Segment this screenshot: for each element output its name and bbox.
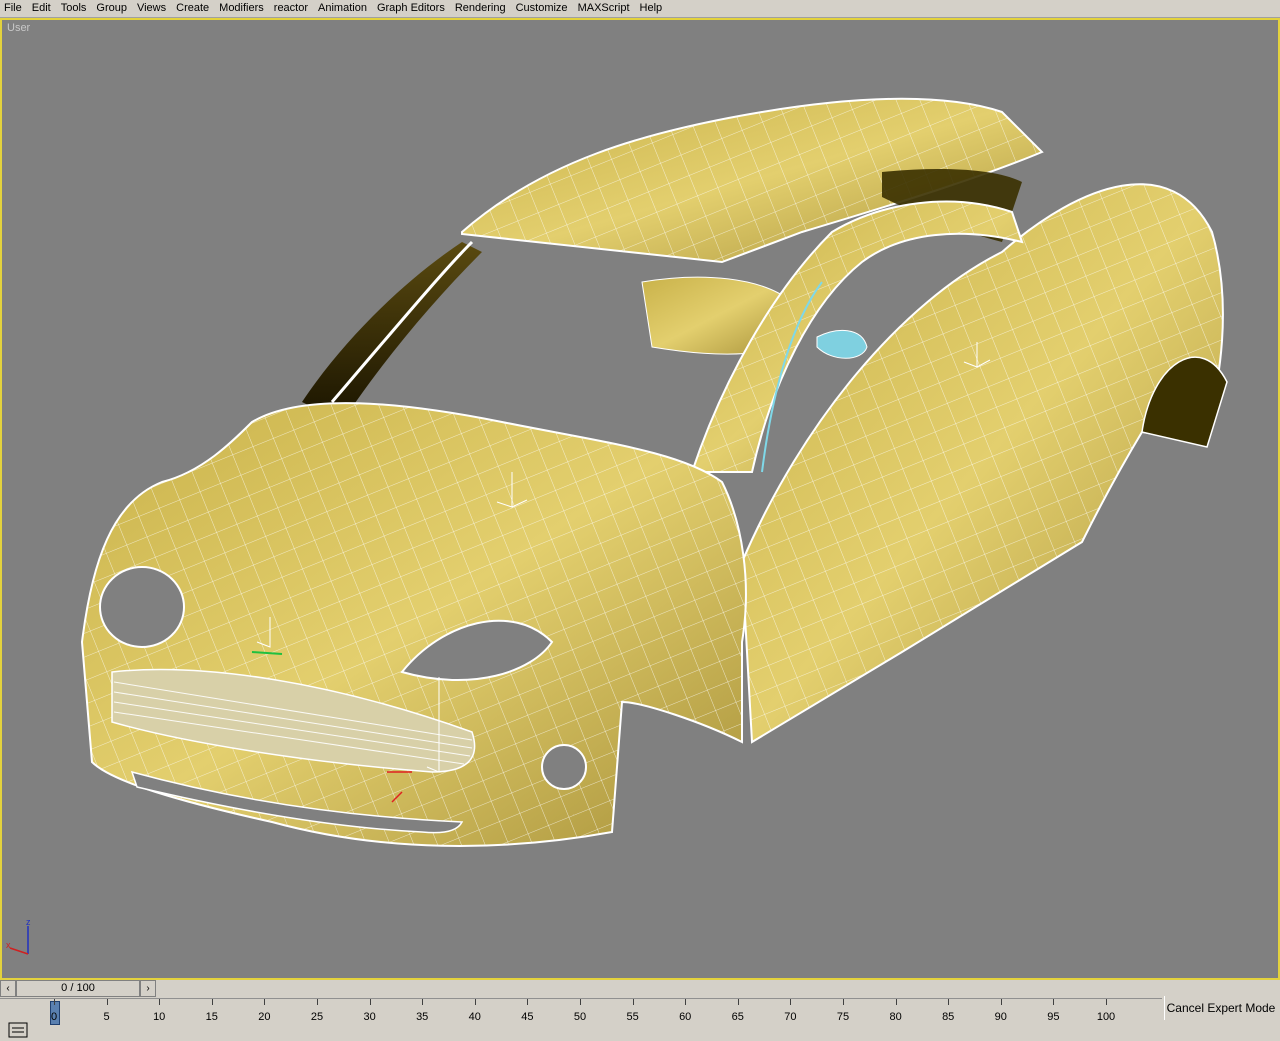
menu-group[interactable]: Group: [92, 0, 133, 17]
tick-mark: [474, 999, 476, 1005]
axis-x-label: x: [6, 940, 11, 950]
menu-file[interactable]: File: [0, 0, 28, 17]
tick-mark: [1106, 999, 1107, 1005]
timebar: ‹ 0 / 100 › 0 5 10 15 20 25 30 35 40 45 50 55 60 65 70…: [0, 980, 1280, 1038]
menu-tools[interactable]: Tools: [57, 0, 93, 17]
tick-mark: [685, 999, 687, 1005]
tick-mark: [1000, 999, 1002, 1005]
menu-modifiers[interactable]: Modifiers: [215, 0, 270, 17]
tick-label: 95: [1047, 1011, 1060, 1023]
tick-label: 80: [889, 1011, 902, 1023]
time-slider-thumb[interactable]: 0 / 100: [16, 980, 140, 997]
track-bar[interactable]: 0 5 10 15 20 25 30 35 40 45 50 55 60 65 70 75 80 85 90 95 10…: [0, 998, 1162, 1038]
tick-mark: [790, 999, 792, 1005]
time-slider[interactable]: ‹ 0 / 100 ›: [0, 980, 156, 997]
tick-mark: [580, 999, 581, 1005]
tick-label: 75: [836, 1011, 850, 1023]
cancel-expert-mode-button[interactable]: Cancel Expert Mode: [1164, 996, 1277, 1020]
tick-mark: [527, 999, 529, 1005]
tick-label: 70: [784, 1011, 797, 1023]
menu-edit[interactable]: Edit: [28, 0, 57, 17]
tick-mark: [843, 999, 844, 1005]
menu-maxscript[interactable]: MAXScript: [574, 0, 636, 17]
perspective-viewport[interactable]: User z x: [0, 18, 1280, 980]
tick-mark: [264, 999, 266, 1005]
tick-label: 65: [731, 1011, 744, 1023]
tick-mark: [106, 999, 108, 1005]
menu-views[interactable]: Views: [133, 0, 172, 17]
tick-mark: [1053, 999, 1055, 1005]
menu-animation[interactable]: Animation: [314, 0, 373, 17]
tick-label: 55: [626, 1011, 639, 1023]
tick-mark: [211, 999, 213, 1005]
menu-create[interactable]: Create: [172, 0, 215, 17]
menu-graph-editors[interactable]: Graph Editors: [373, 0, 451, 17]
tick-label: 45: [521, 1011, 534, 1023]
menu-customize[interactable]: Customize: [512, 0, 574, 17]
tick-label: 20: [258, 1011, 271, 1023]
key-filter-icon[interactable]: [8, 1021, 30, 1041]
tick-label: 30: [363, 1011, 376, 1023]
tick-mark: [317, 999, 318, 1005]
menu-help[interactable]: Help: [636, 0, 669, 17]
tick-label: 60: [679, 1011, 692, 1023]
axis-tripod-icon: z x: [6, 918, 31, 955]
tick-label: 10: [153, 1011, 166, 1023]
tick-label: 40: [468, 1011, 481, 1023]
axis-z-label: z: [26, 918, 31, 927]
chevron-left-icon[interactable]: ‹: [0, 980, 16, 997]
car-body-mesh[interactable]: [2, 20, 1278, 978]
tick-mark: [895, 999, 897, 1005]
tick-label: 100: [1096, 1011, 1116, 1023]
tick-mark: [737, 999, 739, 1005]
tick-mark: [632, 999, 634, 1005]
menu-bar: File Edit Tools Group Views Create Modifiers re…: [0, 0, 1280, 18]
menu-reactor[interactable]: reactor: [270, 0, 314, 17]
chevron-right-icon[interactable]: ›: [140, 980, 156, 997]
tick-mark: [422, 999, 424, 1005]
tick-label: 50: [573, 1011, 587, 1023]
tick-mark: [948, 999, 950, 1005]
tick-label: 0: [50, 1011, 58, 1023]
tick-mark: [369, 999, 371, 1005]
tick-label: 35: [416, 1011, 429, 1023]
tick-label: 5: [103, 1011, 110, 1023]
tick-mark: [159, 999, 161, 1005]
tick-label: 90: [994, 1011, 1007, 1023]
tick-mark: [54, 999, 55, 1005]
tick-label: 85: [942, 1011, 955, 1023]
menu-rendering[interactable]: Rendering: [451, 0, 512, 17]
tick-label: 15: [205, 1011, 218, 1023]
tick-label: 25: [310, 1011, 324, 1023]
